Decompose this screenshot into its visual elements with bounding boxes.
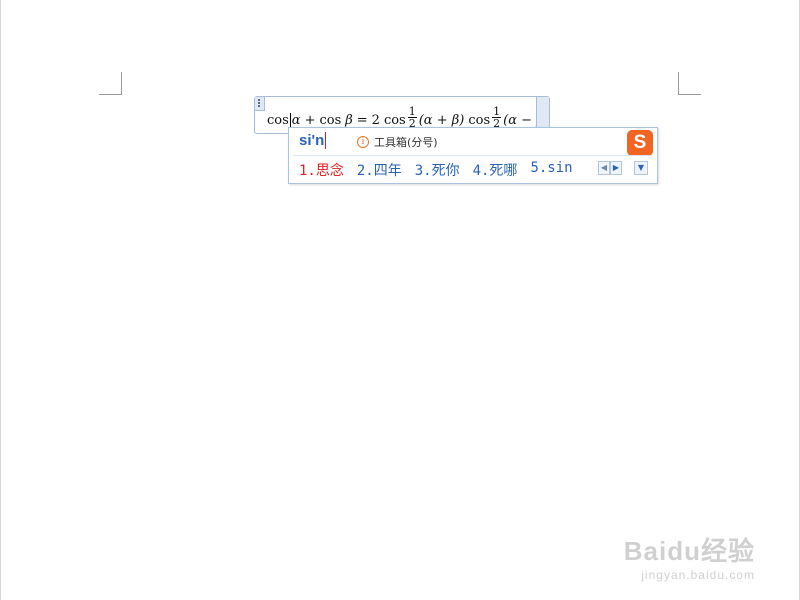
page-margin-corner-top-right [678,72,701,95]
eq-group-1: (α + β) [418,113,465,128]
eq-cos-4: cos [468,113,491,128]
ime-toolbox-hint[interactable]: i 工具箱(分号) [357,134,438,150]
eq-fraction-2: 1 2 [492,106,502,129]
ime-candidate-2[interactable]: 2.四年 [357,160,402,180]
eq-fraction-1: 1 2 [407,106,417,129]
expand-candidates-icon[interactable]: ▼ [634,161,648,175]
ime-caret [325,132,327,149]
ime-candidate-4[interactable]: 4.死哪 [473,160,518,180]
eq-cos-3: cos [383,113,406,128]
document-page[interactable]: cos α + cos β = 2 cos 1 2 (α + β) cos 1 [0,0,800,600]
info-icon: i [357,136,369,148]
prev-page-icon[interactable]: ◀ [598,161,610,175]
ime-pinyin-input[interactable]: si'n [299,132,327,149]
eq-two: 2 [371,113,380,128]
eq-alpha: α [291,113,301,128]
sogou-logo-icon[interactable]: S [627,130,653,156]
page-margin-corner-top-left [99,72,122,95]
equation-move-handle[interactable] [255,97,265,111]
watermark-sub: jingyan.baidu.com [641,568,755,582]
ime-toolbox-label: 工具箱(分号) [374,136,438,149]
ime-candidate-window[interactable]: si'n i 工具箱(分号) S 1.思念 2.四年 3.死你 4.死哪 5.s… [288,127,658,184]
ime-candidate-1[interactable]: 1.思念 [299,160,344,180]
watermark-main: Baidu经验 [623,536,755,566]
eq-equals: = [356,113,368,128]
eq-plus: + [304,113,316,128]
eq-cos-2: cos [319,113,342,128]
ime-divider [293,155,653,156]
ime-candidate-5[interactable]: 5.sin [530,160,572,180]
ime-candidate-list: 1.思念 2.四年 3.死你 4.死哪 5.sin [299,160,586,180]
ime-pinyin-text: si'n [299,132,325,149]
next-page-icon[interactable]: ▶ [610,161,622,175]
baidu-jingyan-watermark: Baidu经验 jingyan.baidu.com [624,531,755,582]
eq-beta: β [345,113,353,128]
ime-composition-bar: si'n i 工具箱(分号) S [289,128,657,156]
ime-candidate-3[interactable]: 3.死你 [415,160,460,180]
eq-cos-1: cos [267,113,289,128]
ime-pager: ◀ ▶ [598,161,622,175]
